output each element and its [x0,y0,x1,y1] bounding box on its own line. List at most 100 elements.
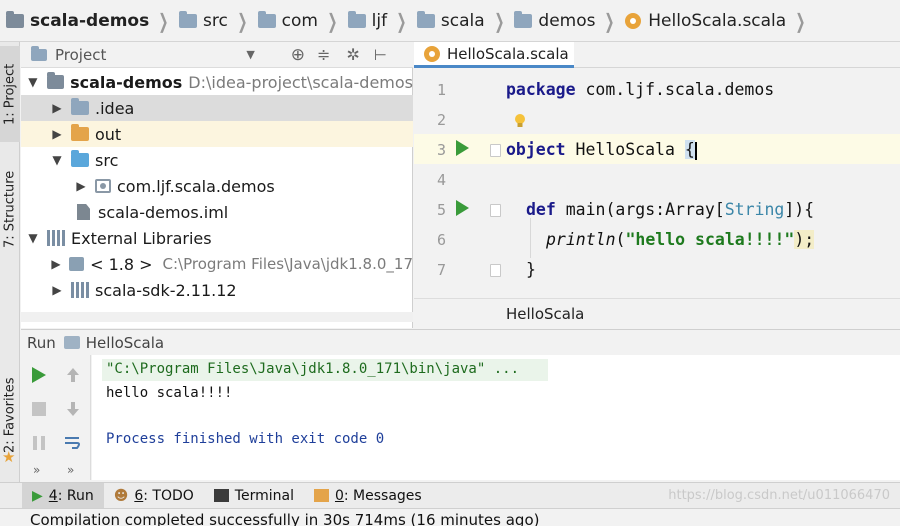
chevron-right-icon: ❯ [493,8,505,33]
structure-breadcrumb[interactable]: HelloScala [506,305,584,323]
libraries-icon [47,230,65,246]
package-icon [95,179,111,193]
tree-item-jdk[interactable]: ▶ < 1.8 > C:\Program Files\Java\jdk1.8.0… [21,251,413,277]
soft-wrap-icon[interactable] [63,433,83,453]
run-panel-header: Run HelloScala [21,329,900,355]
locate-icon[interactable]: ⊕ [291,45,305,65]
code-editor[interactable]: package com.ljf.scala.demos object Hello… [492,68,900,298]
chevron-right-icon: ▶ [52,127,62,141]
gear-icon[interactable]: ✲ [346,45,359,64]
scala-file-icon [625,12,642,29]
breadcrumb-item-ljf[interactable]: ljf [347,0,387,42]
project-view-label[interactable]: Project [55,46,106,64]
todo-icon: ☻ [113,487,129,504]
arrow-up-icon[interactable] [63,365,83,385]
intention-bulb-icon[interactable] [513,113,527,129]
folder-icon [416,10,435,28]
stop-icon[interactable] [29,399,49,419]
tab-terminal[interactable]: Terminal [204,483,304,509]
chevron-right-icon: ❯ [158,8,169,33]
run-icon: ▶ [32,487,43,504]
run-main-icon[interactable] [456,200,469,216]
run-console[interactable]: "C:\Program Files\Java\jdk1.8.0_171\bin\… [92,355,900,480]
terminal-icon [213,489,229,502]
chevron-right-icon: ▶ [52,101,62,115]
chevron-down-icon: ▼ [52,153,62,167]
tab-messages[interactable]: 0: Messages [304,483,432,509]
run-config-icon [63,336,80,349]
indent-guide [530,218,531,258]
tree-item-external-libraries[interactable]: ▼ External Libraries [21,225,413,251]
editor-tab-bar: HelloScala.scala [414,42,900,68]
tree-item-project-root[interactable]: ▼ scala-demos D:\idea-project\scala-demo… [21,69,413,95]
scala-file-icon [424,45,440,62]
tree-item-out[interactable]: ▶ out [21,121,413,147]
project-folder-icon [46,72,65,89]
hide-panel-icon[interactable]: ⊢ [374,46,387,64]
tool-window-bar: ▶ 4: Run ☻ 6: TODO Terminal 0: Messages … [0,482,900,509]
tree-item-package[interactable]: ▶ com.ljf.scala.demos [21,173,413,199]
excluded-folder-icon [71,124,89,141]
folder-icon [71,98,89,115]
tab-structure[interactable]: 7: Structure [0,154,20,264]
watermark: https://blog.csdn.net/u011066470 [668,488,890,503]
messages-icon [313,489,329,502]
run-object-icon[interactable] [456,140,469,156]
tree-item-src[interactable]: ▼ src [21,147,413,173]
library-icon [71,282,89,298]
breadcrumb-item-demos[interactable]: demos [514,0,595,42]
project-panel: Project ▼ ⊕ ≑ ✲ ⊢ ▼ scala-demos D:\idea-… [21,42,413,328]
left-tool-strip: 1: Project 7: Structure 2: Favorites ★ [0,42,20,482]
chevron-right-icon: ❯ [237,8,248,33]
console-line: Process finished with exit code 0 [106,431,385,447]
chevron-right-icon: ❯ [396,8,407,33]
chevron-down-icon: ▼ [28,231,38,245]
module-file-icon [77,204,90,220]
folder-icon [257,10,276,28]
breadcrumb-item-scala[interactable]: scala [416,0,485,42]
project-folder-icon [6,10,24,28]
console-line: "C:\Program Files\Java\jdk1.8.0_171\bin\… [106,361,520,377]
code-line-3: object HelloScala { [506,140,697,160]
breadcrumb-item-project[interactable]: scala-demos [6,0,149,42]
tab-hello-scala[interactable]: HelloScala.scala [414,42,574,68]
more-actions-icon[interactable]: » [67,463,74,477]
collapse-icon[interactable]: ≑ [317,45,330,64]
horizontal-scrollbar[interactable] [21,312,413,322]
tree-item-idea[interactable]: ▶ .idea [21,95,413,121]
chevron-right-icon: ▶ [52,283,62,297]
more-actions-icon[interactable]: » [33,463,40,477]
folder-icon [179,10,197,28]
run-config-label[interactable]: HelloScala [86,334,164,352]
tab-todo[interactable]: ☻ 6: TODO [104,483,204,509]
code-line-7: } [526,260,536,279]
chevron-right-icon: ❯ [795,8,806,33]
project-panel-header: Project ▼ ⊕ ≑ ✲ ⊢ [21,42,413,68]
tab-run[interactable]: ▶ 4: Run [22,482,104,509]
code-line-6: println("hello scala!!!!"); [546,230,815,249]
pause-icon[interactable] [29,433,49,453]
console-line: hello scala!!!! [106,385,233,401]
chevron-right-icon: ▶ [76,179,86,193]
editor-gutter: 1 2 3 4 5 6 7 [414,68,501,298]
chevron-right-icon: ▶ [51,257,61,271]
breadcrumb: scala-demos ❯ src ❯ com ❯ ljf ❯ scala ❯ … [0,0,900,42]
breadcrumb-item-file[interactable]: HelloScala.scala [625,0,786,42]
arrow-down-icon[interactable] [63,399,83,419]
breadcrumb-item-com[interactable]: com [257,0,318,42]
tree-item-iml[interactable]: scala-demos.iml [21,199,413,225]
run-toolbar: » » [21,355,91,480]
rerun-icon[interactable] [29,365,49,385]
folder-icon [347,10,366,28]
code-line-1: package com.ljf.scala.demos [506,80,775,99]
jdk-icon [69,257,85,271]
tree-item-scala-sdk[interactable]: ▶ scala-sdk-2.11.12 [21,277,413,303]
status-message[interactable]: Compilation completed successfully in 30… [30,511,539,526]
tab-project[interactable]: 1: Project [0,46,20,142]
project-view-icon [31,45,47,61]
chevron-down-icon[interactable]: ▼ [246,48,254,61]
run-panel-title: Run [27,333,56,352]
chevron-right-icon: ❯ [327,8,338,33]
star-icon: ★ [2,448,16,466]
breadcrumb-item-src[interactable]: src [179,0,228,42]
